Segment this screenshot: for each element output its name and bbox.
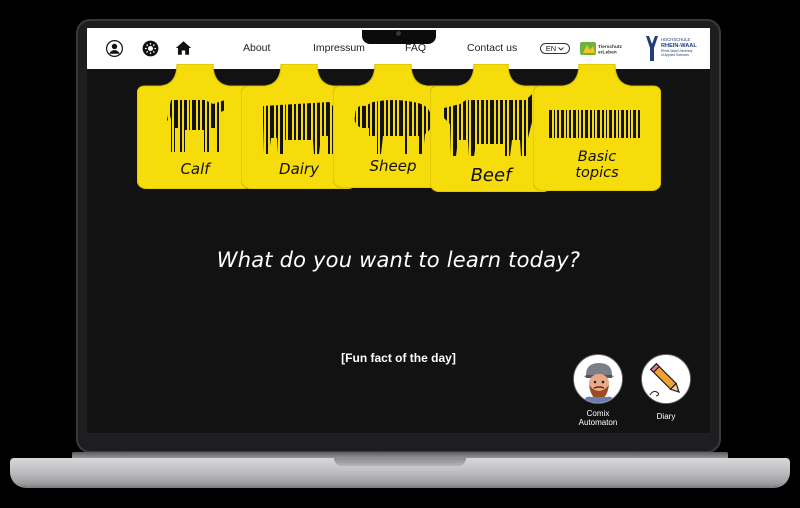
chevron-down-icon xyxy=(558,46,565,51)
comix-automaton-label: Comix Automaton xyxy=(573,409,623,427)
partner-logo: Tierschutz erLeben xyxy=(580,42,623,56)
category-label-basic: Basic xyxy=(577,149,617,165)
comix-label-line2: Automaton xyxy=(578,418,618,427)
diary-label: Diary xyxy=(656,412,676,421)
partner-logo-line2: erLeben xyxy=(598,50,617,56)
home-icon[interactable] xyxy=(174,39,192,57)
category-label-topics: topics xyxy=(575,165,619,181)
pencil-icon xyxy=(642,355,690,403)
page-headline: What do you want to learn today? xyxy=(216,248,581,272)
app-screen: About Impressum FAQ Contact us EN Tiersc… xyxy=(87,28,710,433)
nav-contact-link[interactable]: Contact us xyxy=(467,42,517,54)
comix-label-line1: Comix xyxy=(586,409,610,418)
university-logo-line4: of Applied Sciences xyxy=(661,53,689,57)
comix-automaton-button[interactable] xyxy=(573,354,623,404)
partner-logo-line1: Tierschutz xyxy=(598,44,623,50)
camera-icon xyxy=(396,31,401,36)
nav-impressum-link[interactable]: Impressum xyxy=(313,42,365,54)
university-logo: HOCHSCHULE RHEIN-WAAL Rhine-Waal Univers… xyxy=(646,36,697,61)
category-tag-basic-topics[interactable]: Basic topics xyxy=(532,63,662,192)
diary-button[interactable] xyxy=(641,354,691,404)
barcode-icon xyxy=(549,110,640,138)
user-icon[interactable] xyxy=(105,39,123,57)
theme-toggle-icon[interactable] xyxy=(141,39,159,57)
nav-about-link[interactable]: About xyxy=(243,42,270,54)
university-logo-line1: HOCHSCHULE xyxy=(661,37,691,42)
comic-character-icon xyxy=(574,355,622,403)
language-selector[interactable]: EN xyxy=(540,43,570,54)
category-tag-calf[interactable]: Calf xyxy=(136,63,254,190)
laptop-opening-notch xyxy=(334,458,466,466)
category-label-calf: Calf xyxy=(180,160,210,178)
language-value: EN xyxy=(545,44,557,53)
